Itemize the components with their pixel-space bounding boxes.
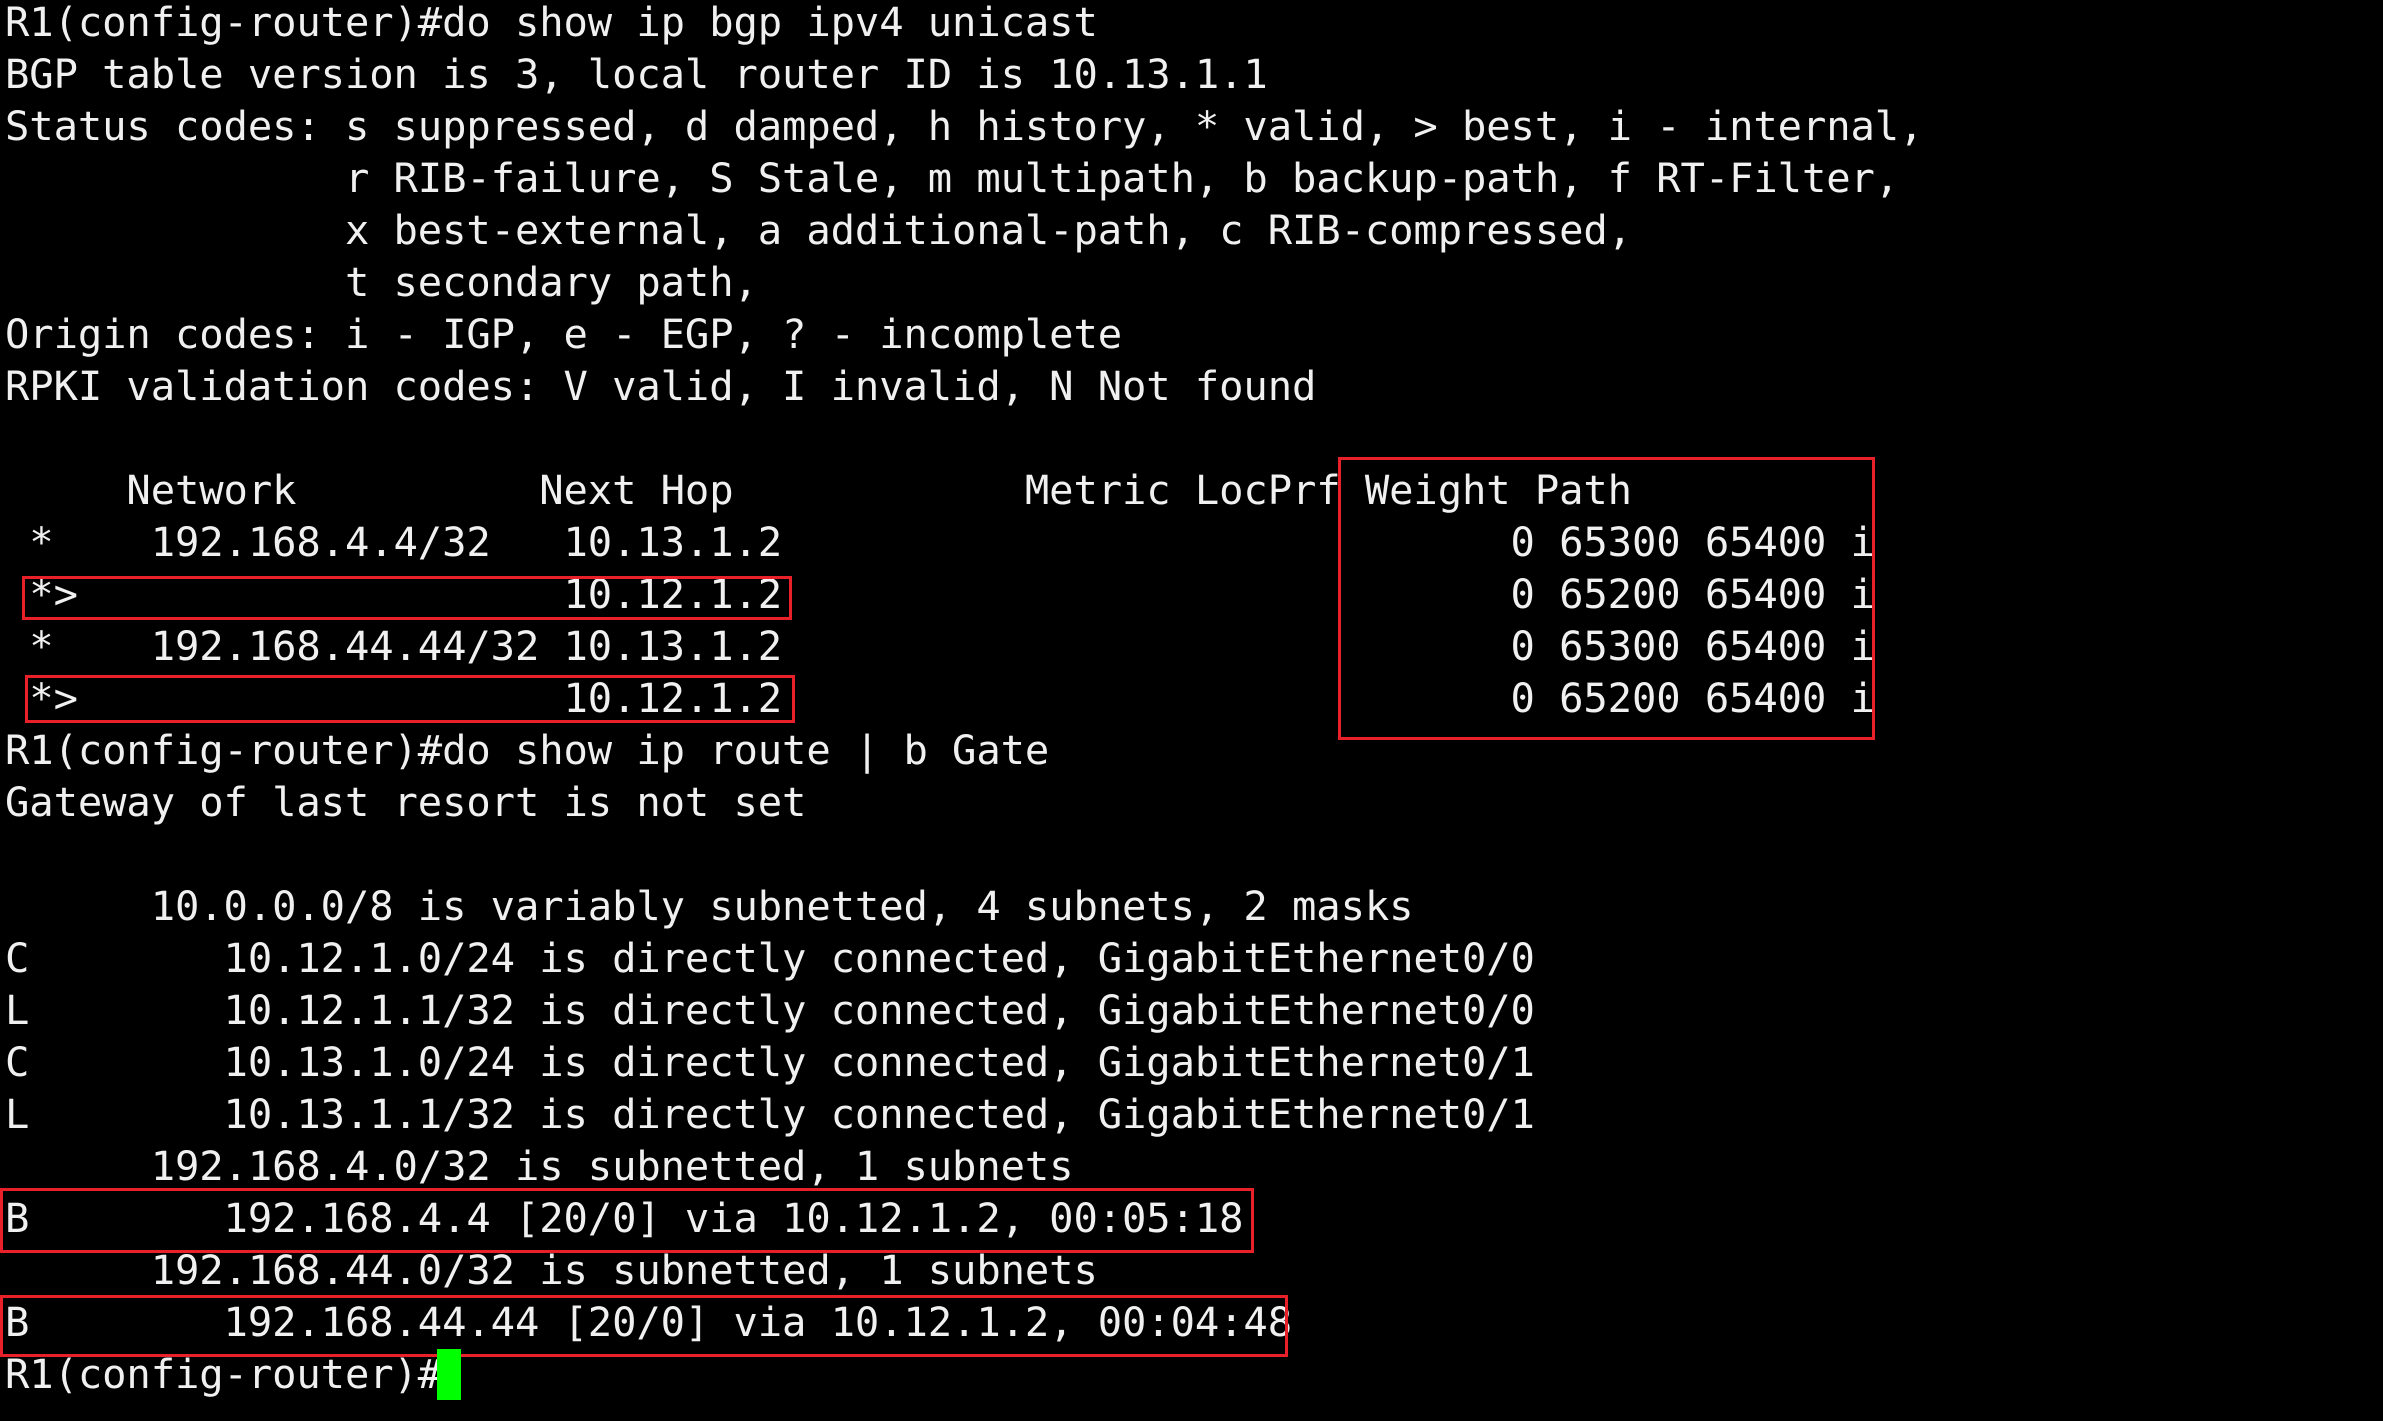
terminal-cursor[interactable] (437, 1349, 461, 1400)
highlight-box-route-192-168-4-4 (0, 1188, 1254, 1253)
route-line: L 10.13.1.1/32 is directly connected, Gi… (5, 1090, 1535, 1138)
output-line: Status codes: s suppressed, d damped, h … (5, 102, 1924, 150)
route-line: L 10.12.1.1/32 is directly connected, Gi… (5, 986, 1535, 1034)
output-line: RPKI validation codes: V valid, I invali… (5, 362, 1317, 410)
route-line: C 10.13.1.0/24 is directly connected, Gi… (5, 1038, 1535, 1086)
output-line: x best-external, a additional-path, c RI… (5, 206, 1632, 254)
highlight-box-route-192-168-44-44 (0, 1295, 1288, 1357)
highlight-box-best-path-2 (25, 675, 795, 723)
output-line: Gateway of last resort is not set (5, 778, 807, 826)
route-line: C 10.12.1.0/24 is directly connected, Gi… (5, 934, 1535, 982)
route-line: 10.0.0.0/8 is variably subnetted, 4 subn… (5, 882, 1414, 930)
route-line: 192.168.4.0/32 is subnetted, 1 subnets (5, 1142, 1074, 1190)
output-line: r RIB-failure, S Stale, m multipath, b b… (5, 154, 1900, 202)
command-line: R1(config-router)#do show ip bgp ipv4 un… (5, 0, 1098, 46)
highlight-box-best-path-1 (22, 576, 792, 620)
highlight-box-weight-path (1338, 457, 1875, 740)
output-line: t secondary path, (5, 258, 758, 306)
output-line: Origin codes: i - IGP, e - EGP, ? - inco… (5, 310, 1123, 358)
output-line: BGP table version is 3, local router ID … (5, 50, 1268, 98)
